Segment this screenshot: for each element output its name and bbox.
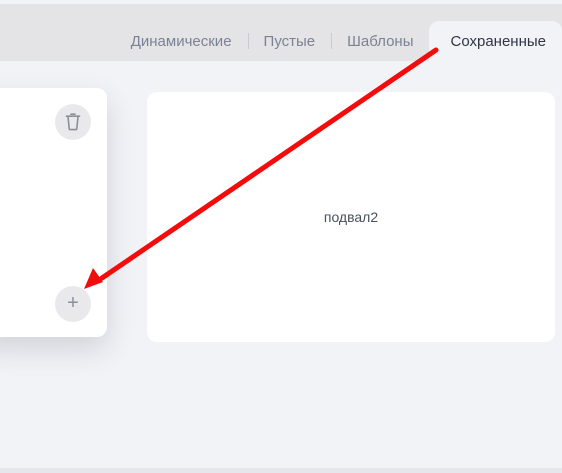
tab-dynamic[interactable]: Динамические: [115, 21, 248, 61]
add-block-button[interactable]: +: [55, 286, 91, 322]
saved-block-name: подвал2: [323, 209, 379, 225]
saved-block-card-footer[interactable]: подвал2: [147, 92, 555, 342]
tab-templates[interactable]: Шаблоны: [331, 21, 429, 61]
tab-empty[interactable]: Пустые: [247, 21, 332, 61]
tab-saved[interactable]: Сохраненные: [429, 21, 562, 61]
bottom-divider: [0, 468, 562, 473]
block-type-tabs: Динамические Пустые Шаблоны Сохраненные: [115, 21, 562, 61]
top-header-bar: Динамические Пустые Шаблоны Сохраненные: [0, 0, 562, 61]
saved-block-card: +: [0, 88, 107, 337]
delete-button[interactable]: [55, 104, 91, 140]
top-strip: [0, 0, 562, 4]
plus-icon: +: [67, 292, 79, 314]
trash-icon: [65, 113, 81, 131]
